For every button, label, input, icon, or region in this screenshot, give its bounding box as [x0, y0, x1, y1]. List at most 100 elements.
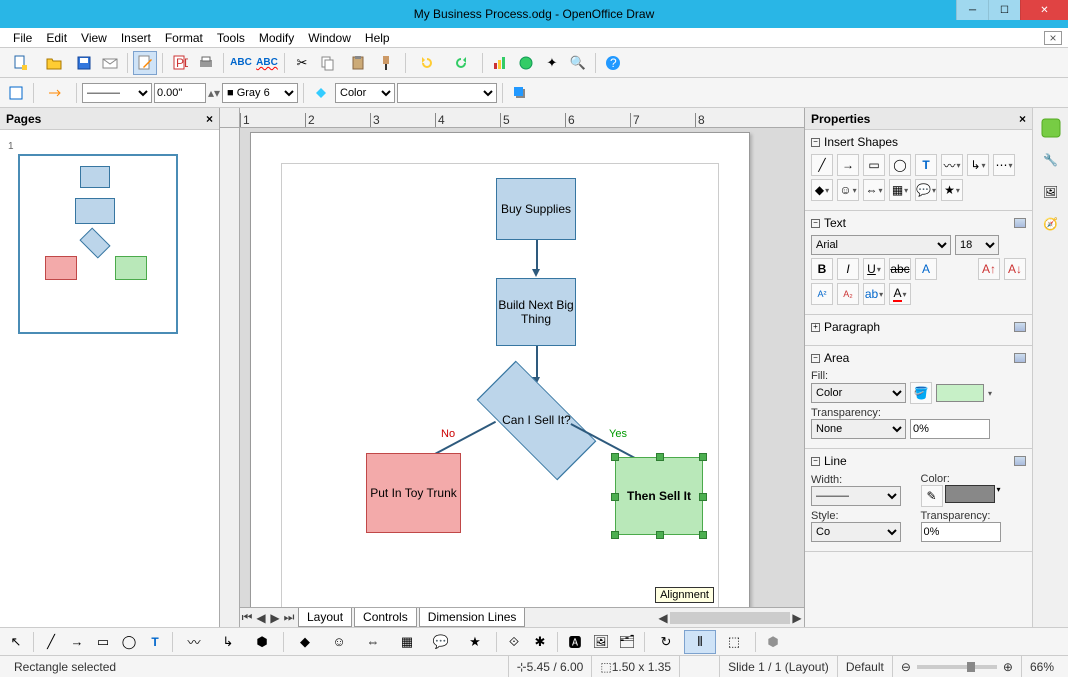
italic-button[interactable]: I: [837, 258, 859, 280]
flowchart-tool[interactable]: ▦: [391, 630, 423, 654]
fill-color-swatch[interactable]: [936, 384, 984, 402]
shape-build[interactable]: Build Next Big Thing: [496, 278, 576, 346]
menu-insert[interactable]: Insert: [114, 29, 158, 47]
shape-decision[interactable]: Can I Sell It?: [489, 388, 584, 453]
draw-ellipse-icon[interactable]: ◯: [889, 154, 911, 176]
line-style-select-prop[interactable]: Co: [811, 522, 901, 542]
properties-close-icon[interactable]: ×: [1019, 112, 1026, 126]
arrow-tool[interactable]: →: [65, 630, 89, 654]
arrows-tool[interactable]: ⇔: [357, 630, 389, 654]
scroll-left[interactable]: ◀: [656, 611, 670, 625]
line-color-select[interactable]: ■ Gray 6: [222, 83, 298, 103]
auto-spellcheck-button[interactable]: ABC: [255, 51, 279, 75]
symbol-tool[interactable]: ☺: [323, 630, 355, 654]
navigator-button[interactable]: ✦: [540, 51, 564, 75]
callout-tool[interactable]: 💬: [425, 630, 457, 654]
sidebar-gallery-icon[interactable]: 🖼: [1039, 180, 1063, 204]
tab-layout[interactable]: Layout: [298, 608, 352, 627]
fill-color-select[interactable]: [397, 83, 497, 103]
callouts-icon[interactable]: 💬: [915, 179, 937, 201]
fill-mode-select[interactable]: Color: [811, 383, 906, 403]
underline-button[interactable]: U: [863, 258, 885, 280]
draw-arrow-icon[interactable]: →: [837, 154, 859, 176]
edit-points-tool[interactable]: ⟐: [502, 630, 526, 654]
align-tool[interactable]: ⫴: [684, 630, 716, 654]
pages-close-icon[interactable]: ×: [206, 112, 213, 126]
menu-view[interactable]: View: [74, 29, 114, 47]
paste-button[interactable]: [342, 51, 374, 75]
line-width-select[interactable]: ———: [811, 486, 901, 506]
cut-button[interactable]: ✂: [290, 51, 314, 75]
fill-bucket-icon[interactable]: 🪣: [910, 382, 932, 404]
draw-more-icon[interactable]: ⋯: [993, 154, 1015, 176]
tab-nav-prev[interactable]: ◀: [254, 611, 268, 625]
chart-button[interactable]: [488, 51, 512, 75]
menu-modify[interactable]: Modify: [252, 29, 301, 47]
from-file-tool[interactable]: 🖼: [589, 630, 613, 654]
stars-icon[interactable]: ★: [941, 179, 963, 201]
highlight-color-button[interactable]: ab: [863, 283, 885, 305]
spellcheck-button[interactable]: ABC: [229, 51, 253, 75]
canvas-area[interactable]: Buy Supplies Build Next Big Thing Can I …: [240, 128, 804, 607]
shape-toy-trunk[interactable]: Put In Toy Trunk: [366, 453, 461, 533]
tab-nav-last[interactable]: ⏭: [282, 611, 296, 625]
rect-tool[interactable]: ▭: [91, 630, 115, 654]
export-pdf-button[interactable]: PDF: [168, 51, 192, 75]
show-draw-icon[interactable]: [4, 81, 28, 105]
text-tool[interactable]: T: [143, 630, 167, 654]
ellipse-tool[interactable]: ◯: [117, 630, 141, 654]
rotate-tool[interactable]: ↻: [650, 630, 682, 654]
help-button[interactable]: ?: [601, 51, 625, 75]
line-tool[interactable]: ╱: [39, 630, 63, 654]
menu-help[interactable]: Help: [358, 29, 397, 47]
menu-format[interactable]: Format: [158, 29, 210, 47]
flowchart-icon[interactable]: ▦: [889, 179, 911, 201]
tab-nav-next[interactable]: ▶: [268, 611, 282, 625]
drawing-page[interactable]: Buy Supplies Build Next Big Thing Can I …: [250, 132, 750, 607]
fontwork-tool[interactable]: 🅰: [563, 630, 587, 654]
star-tool[interactable]: ★: [459, 630, 491, 654]
strike-button[interactable]: abc: [889, 258, 911, 280]
draw-text-icon[interactable]: T: [915, 154, 937, 176]
maximize-button[interactable]: ☐: [988, 0, 1020, 20]
font-name-select[interactable]: Arial: [811, 235, 951, 255]
glue-points-tool[interactable]: ✱: [528, 630, 552, 654]
resize-handle[interactable]: [611, 493, 619, 501]
format-paintbrush-button[interactable]: [376, 51, 400, 75]
symbol-shapes-icon[interactable]: ☺: [837, 179, 859, 201]
sub-button[interactable]: A₂: [837, 283, 859, 305]
undo-button[interactable]: [411, 51, 443, 75]
draw-line-icon[interactable]: ╱: [811, 154, 833, 176]
basic-shapes-tool[interactable]: ◆: [289, 630, 321, 654]
shadow-button[interactable]: [508, 81, 532, 105]
new-doc-button[interactable]: [4, 51, 36, 75]
menu-tools[interactable]: Tools: [210, 29, 252, 47]
resize-handle[interactable]: [611, 453, 619, 461]
tab-controls[interactable]: Controls: [354, 608, 417, 627]
super-button[interactable]: A²: [811, 283, 833, 305]
font-size-select[interactable]: 18: [955, 235, 999, 255]
3d-tool[interactable]: ⬢: [246, 630, 278, 654]
resize-handle[interactable]: [656, 453, 664, 461]
connector-tool[interactable]: ↳: [212, 630, 244, 654]
basic-shapes-icon[interactable]: ◆: [811, 179, 833, 201]
line-color-swatch[interactable]: [945, 485, 995, 503]
resize-handle[interactable]: [699, 493, 707, 501]
resize-handle[interactable]: [699, 453, 707, 461]
redo-button[interactable]: [445, 51, 477, 75]
bold-button[interactable]: B: [811, 258, 833, 280]
resize-handle[interactable]: [611, 531, 619, 539]
menu-file[interactable]: File: [6, 29, 39, 47]
shape-buy-supplies[interactable]: Buy Supplies: [496, 178, 576, 240]
area-more-icon[interactable]: [1014, 353, 1026, 363]
draw-connector-icon[interactable]: ↳: [967, 154, 989, 176]
sidebar-properties-icon[interactable]: [1039, 116, 1063, 140]
email-button[interactable]: [98, 51, 122, 75]
select-tool[interactable]: ↖: [4, 630, 28, 654]
transp-mode-select[interactable]: None: [811, 419, 906, 439]
tab-dimension-lines[interactable]: Dimension Lines: [419, 608, 526, 627]
copy-button[interactable]: [316, 51, 340, 75]
para-more-icon[interactable]: [1014, 322, 1026, 332]
line-arrow-style-button[interactable]: [39, 81, 71, 105]
fill-style-select[interactable]: Color: [335, 83, 395, 103]
